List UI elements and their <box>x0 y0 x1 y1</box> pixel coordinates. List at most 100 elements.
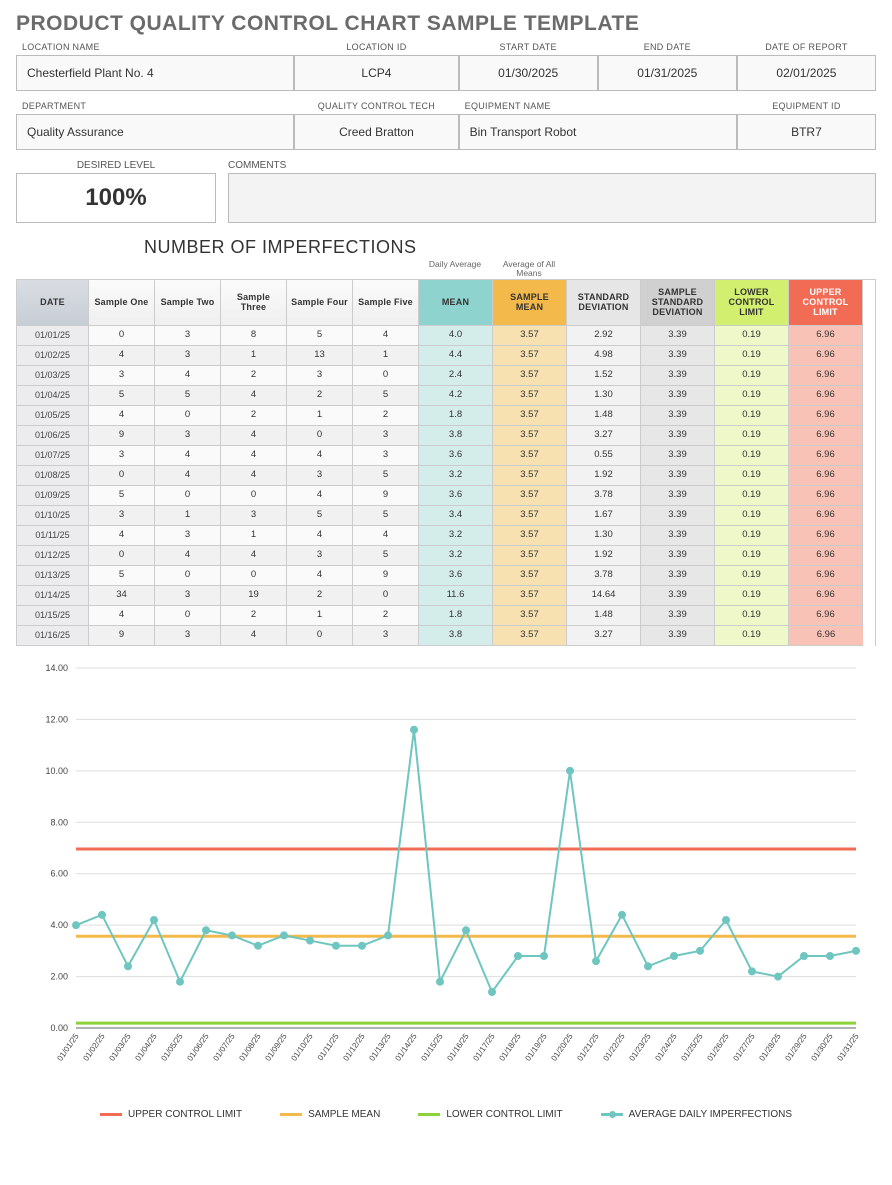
table-cell[interactable]: 3.57 <box>493 346 567 366</box>
table-cell[interactable]: 4 <box>221 626 287 646</box>
table-cell[interactable]: 3.27 <box>567 626 641 646</box>
table-cell[interactable]: 2 <box>287 386 353 406</box>
table-cell[interactable]: 2 <box>221 366 287 386</box>
table-cell[interactable]: 9 <box>353 486 419 506</box>
table-cell[interactable]: 6.96 <box>789 566 863 586</box>
table-cell[interactable]: 3.2 <box>419 546 493 566</box>
table-cell[interactable]: 01/04/25 <box>17 386 89 406</box>
table-cell[interactable]: 0 <box>221 566 287 586</box>
table-cell[interactable]: 4 <box>89 526 155 546</box>
table-cell[interactable]: 3.4 <box>419 506 493 526</box>
table-cell[interactable]: 3.57 <box>493 506 567 526</box>
table-cell[interactable]: 3.57 <box>493 406 567 426</box>
table-cell[interactable]: 4 <box>287 526 353 546</box>
table-cell[interactable]: 01/03/25 <box>17 366 89 386</box>
table-cell[interactable]: 8 <box>221 326 287 346</box>
table-cell[interactable]: 3 <box>89 446 155 466</box>
table-cell[interactable]: 01/12/25 <box>17 546 89 566</box>
table-cell[interactable]: 9 <box>89 426 155 446</box>
table-cell[interactable]: 3.6 <box>419 486 493 506</box>
table-cell[interactable]: 6.96 <box>789 346 863 366</box>
table-cell[interactable]: 3.57 <box>493 386 567 406</box>
table-cell[interactable]: 1.92 <box>567 546 641 566</box>
comments-box[interactable] <box>228 173 876 223</box>
table-cell[interactable]: 0 <box>287 426 353 446</box>
table-cell[interactable]: 4.4 <box>419 346 493 366</box>
table-cell[interactable]: 01/13/25 <box>17 566 89 586</box>
table-cell[interactable]: 34 <box>89 586 155 606</box>
table-cell[interactable]: 0.19 <box>715 586 789 606</box>
table-cell[interactable]: 0 <box>353 366 419 386</box>
table-cell[interactable]: 9 <box>89 626 155 646</box>
val-location-name[interactable]: Chesterfield Plant No. 4 <box>16 55 294 91</box>
val-start-date[interactable]: 01/30/2025 <box>459 55 598 91</box>
table-cell[interactable]: 4 <box>287 446 353 466</box>
table-cell[interactable]: 5 <box>89 486 155 506</box>
table-cell[interactable]: 3.57 <box>493 626 567 646</box>
table-cell[interactable]: 6.96 <box>789 506 863 526</box>
table-cell[interactable]: 0 <box>155 606 221 626</box>
table-cell[interactable]: 4 <box>221 466 287 486</box>
table-cell[interactable]: 3.6 <box>419 566 493 586</box>
table-cell[interactable]: 3 <box>89 506 155 526</box>
table-cell[interactable]: 6.96 <box>789 446 863 466</box>
table-cell[interactable]: 5 <box>89 566 155 586</box>
table-cell[interactable]: 5 <box>353 466 419 486</box>
table-cell[interactable]: 1.48 <box>567 406 641 426</box>
table-cell[interactable]: 01/02/25 <box>17 346 89 366</box>
table-cell[interactable]: 1 <box>221 526 287 546</box>
table-cell[interactable]: 3 <box>89 366 155 386</box>
table-cell[interactable]: 3.39 <box>641 566 715 586</box>
table-cell[interactable]: 1.48 <box>567 606 641 626</box>
table-cell[interactable]: 5 <box>155 386 221 406</box>
table-cell[interactable]: 0 <box>89 326 155 346</box>
val-date-report[interactable]: 02/01/2025 <box>737 55 876 91</box>
table-cell[interactable]: 2 <box>353 606 419 626</box>
table-cell[interactable]: 3.57 <box>493 526 567 546</box>
table-cell[interactable]: 0.19 <box>715 346 789 366</box>
table-cell[interactable]: 6.96 <box>789 586 863 606</box>
table-cell[interactable]: 6.96 <box>789 406 863 426</box>
table-cell[interactable]: 3 <box>155 626 221 646</box>
table-cell[interactable]: 4 <box>287 566 353 586</box>
table-cell[interactable]: 4 <box>353 526 419 546</box>
table-cell[interactable]: 0.19 <box>715 386 789 406</box>
table-cell[interactable]: 3.39 <box>641 526 715 546</box>
table-cell[interactable]: 3 <box>221 506 287 526</box>
table-cell[interactable]: 1.8 <box>419 406 493 426</box>
table-cell[interactable]: 0.19 <box>715 526 789 546</box>
table-cell[interactable]: 0.55 <box>567 446 641 466</box>
table-cell[interactable]: 0.19 <box>715 566 789 586</box>
table-cell[interactable]: 3.57 <box>493 366 567 386</box>
table-cell[interactable]: 19 <box>221 586 287 606</box>
table-cell[interactable]: 3.8 <box>419 626 493 646</box>
table-cell[interactable]: 1.30 <box>567 386 641 406</box>
val-location-id[interactable]: LCP4 <box>294 55 458 91</box>
table-cell[interactable]: 5 <box>287 326 353 346</box>
table-cell[interactable]: 3 <box>287 366 353 386</box>
table-cell[interactable]: 3.39 <box>641 586 715 606</box>
table-cell[interactable]: 3 <box>353 426 419 446</box>
table-cell[interactable]: 3.57 <box>493 566 567 586</box>
table-cell[interactable]: 4.2 <box>419 386 493 406</box>
table-cell[interactable]: 01/10/25 <box>17 506 89 526</box>
table-cell[interactable]: 5 <box>353 386 419 406</box>
table-cell[interactable]: 4 <box>89 406 155 426</box>
table-cell[interactable]: 4 <box>221 546 287 566</box>
table-cell[interactable]: 4 <box>221 446 287 466</box>
table-cell[interactable]: 3.57 <box>493 586 567 606</box>
table-cell[interactable]: 01/14/25 <box>17 586 89 606</box>
table-cell[interactable]: 3.8 <box>419 426 493 446</box>
val-equip-id[interactable]: BTR7 <box>737 114 876 150</box>
table-cell[interactable]: 01/07/25 <box>17 446 89 466</box>
table-cell[interactable]: 4 <box>287 486 353 506</box>
val-equip-name[interactable]: Bin Transport Robot <box>459 114 737 150</box>
table-cell[interactable]: 11.6 <box>419 586 493 606</box>
table-cell[interactable]: 0.19 <box>715 606 789 626</box>
table-cell[interactable]: 1 <box>155 506 221 526</box>
table-cell[interactable]: 0.19 <box>715 506 789 526</box>
table-cell[interactable]: 01/08/25 <box>17 466 89 486</box>
table-cell[interactable]: 2 <box>353 406 419 426</box>
table-cell[interactable]: 3.6 <box>419 446 493 466</box>
table-cell[interactable]: 3.39 <box>641 606 715 626</box>
